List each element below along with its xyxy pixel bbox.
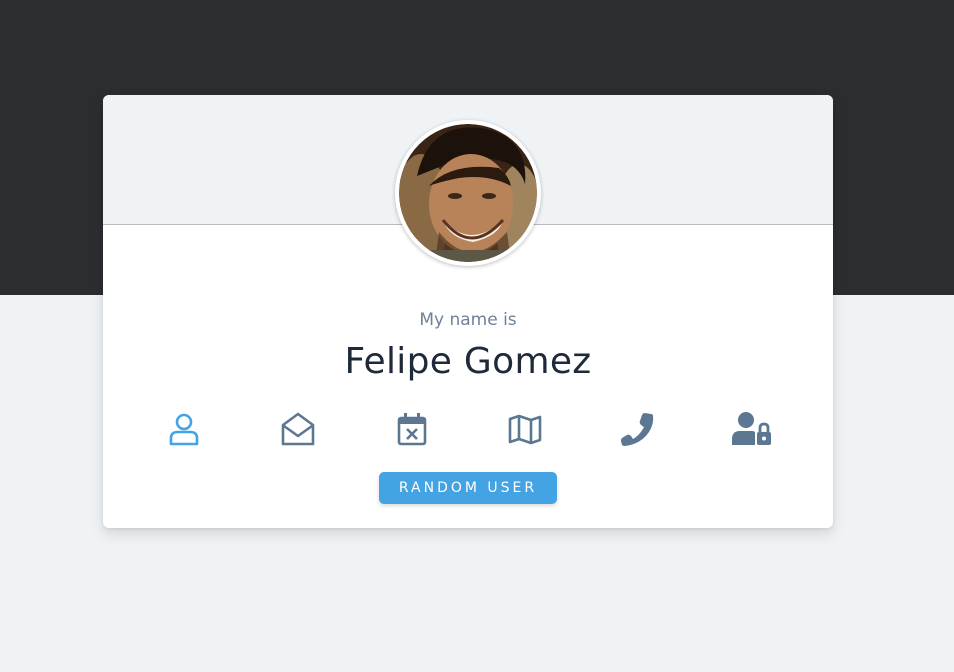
user-icon-glyph [169,413,199,446]
user-lock-icon-glyph [732,412,771,445]
user-name: Felipe Gomez [344,341,592,382]
calendar-icon[interactable] [392,409,432,449]
user-lock-icon[interactable] [732,409,772,449]
map-icon-glyph [508,414,542,445]
envelope-open-icon[interactable] [278,409,318,449]
profile-card: My name is Felipe Gomez RANDOM USER [103,95,833,528]
name-subtitle: My name is [419,310,517,330]
info-icon-bar [103,409,833,449]
phone-icon-glyph [621,413,654,446]
avatar [399,124,537,262]
calendar-icon-glyph [397,413,427,446]
phone-icon[interactable] [619,409,659,449]
avatar-frame [395,120,541,266]
user-icon[interactable] [164,409,204,449]
random-user-button[interactable]: RANDOM USER [379,472,557,504]
map-icon[interactable] [505,409,545,449]
envelope-open-icon-glyph [281,412,315,446]
